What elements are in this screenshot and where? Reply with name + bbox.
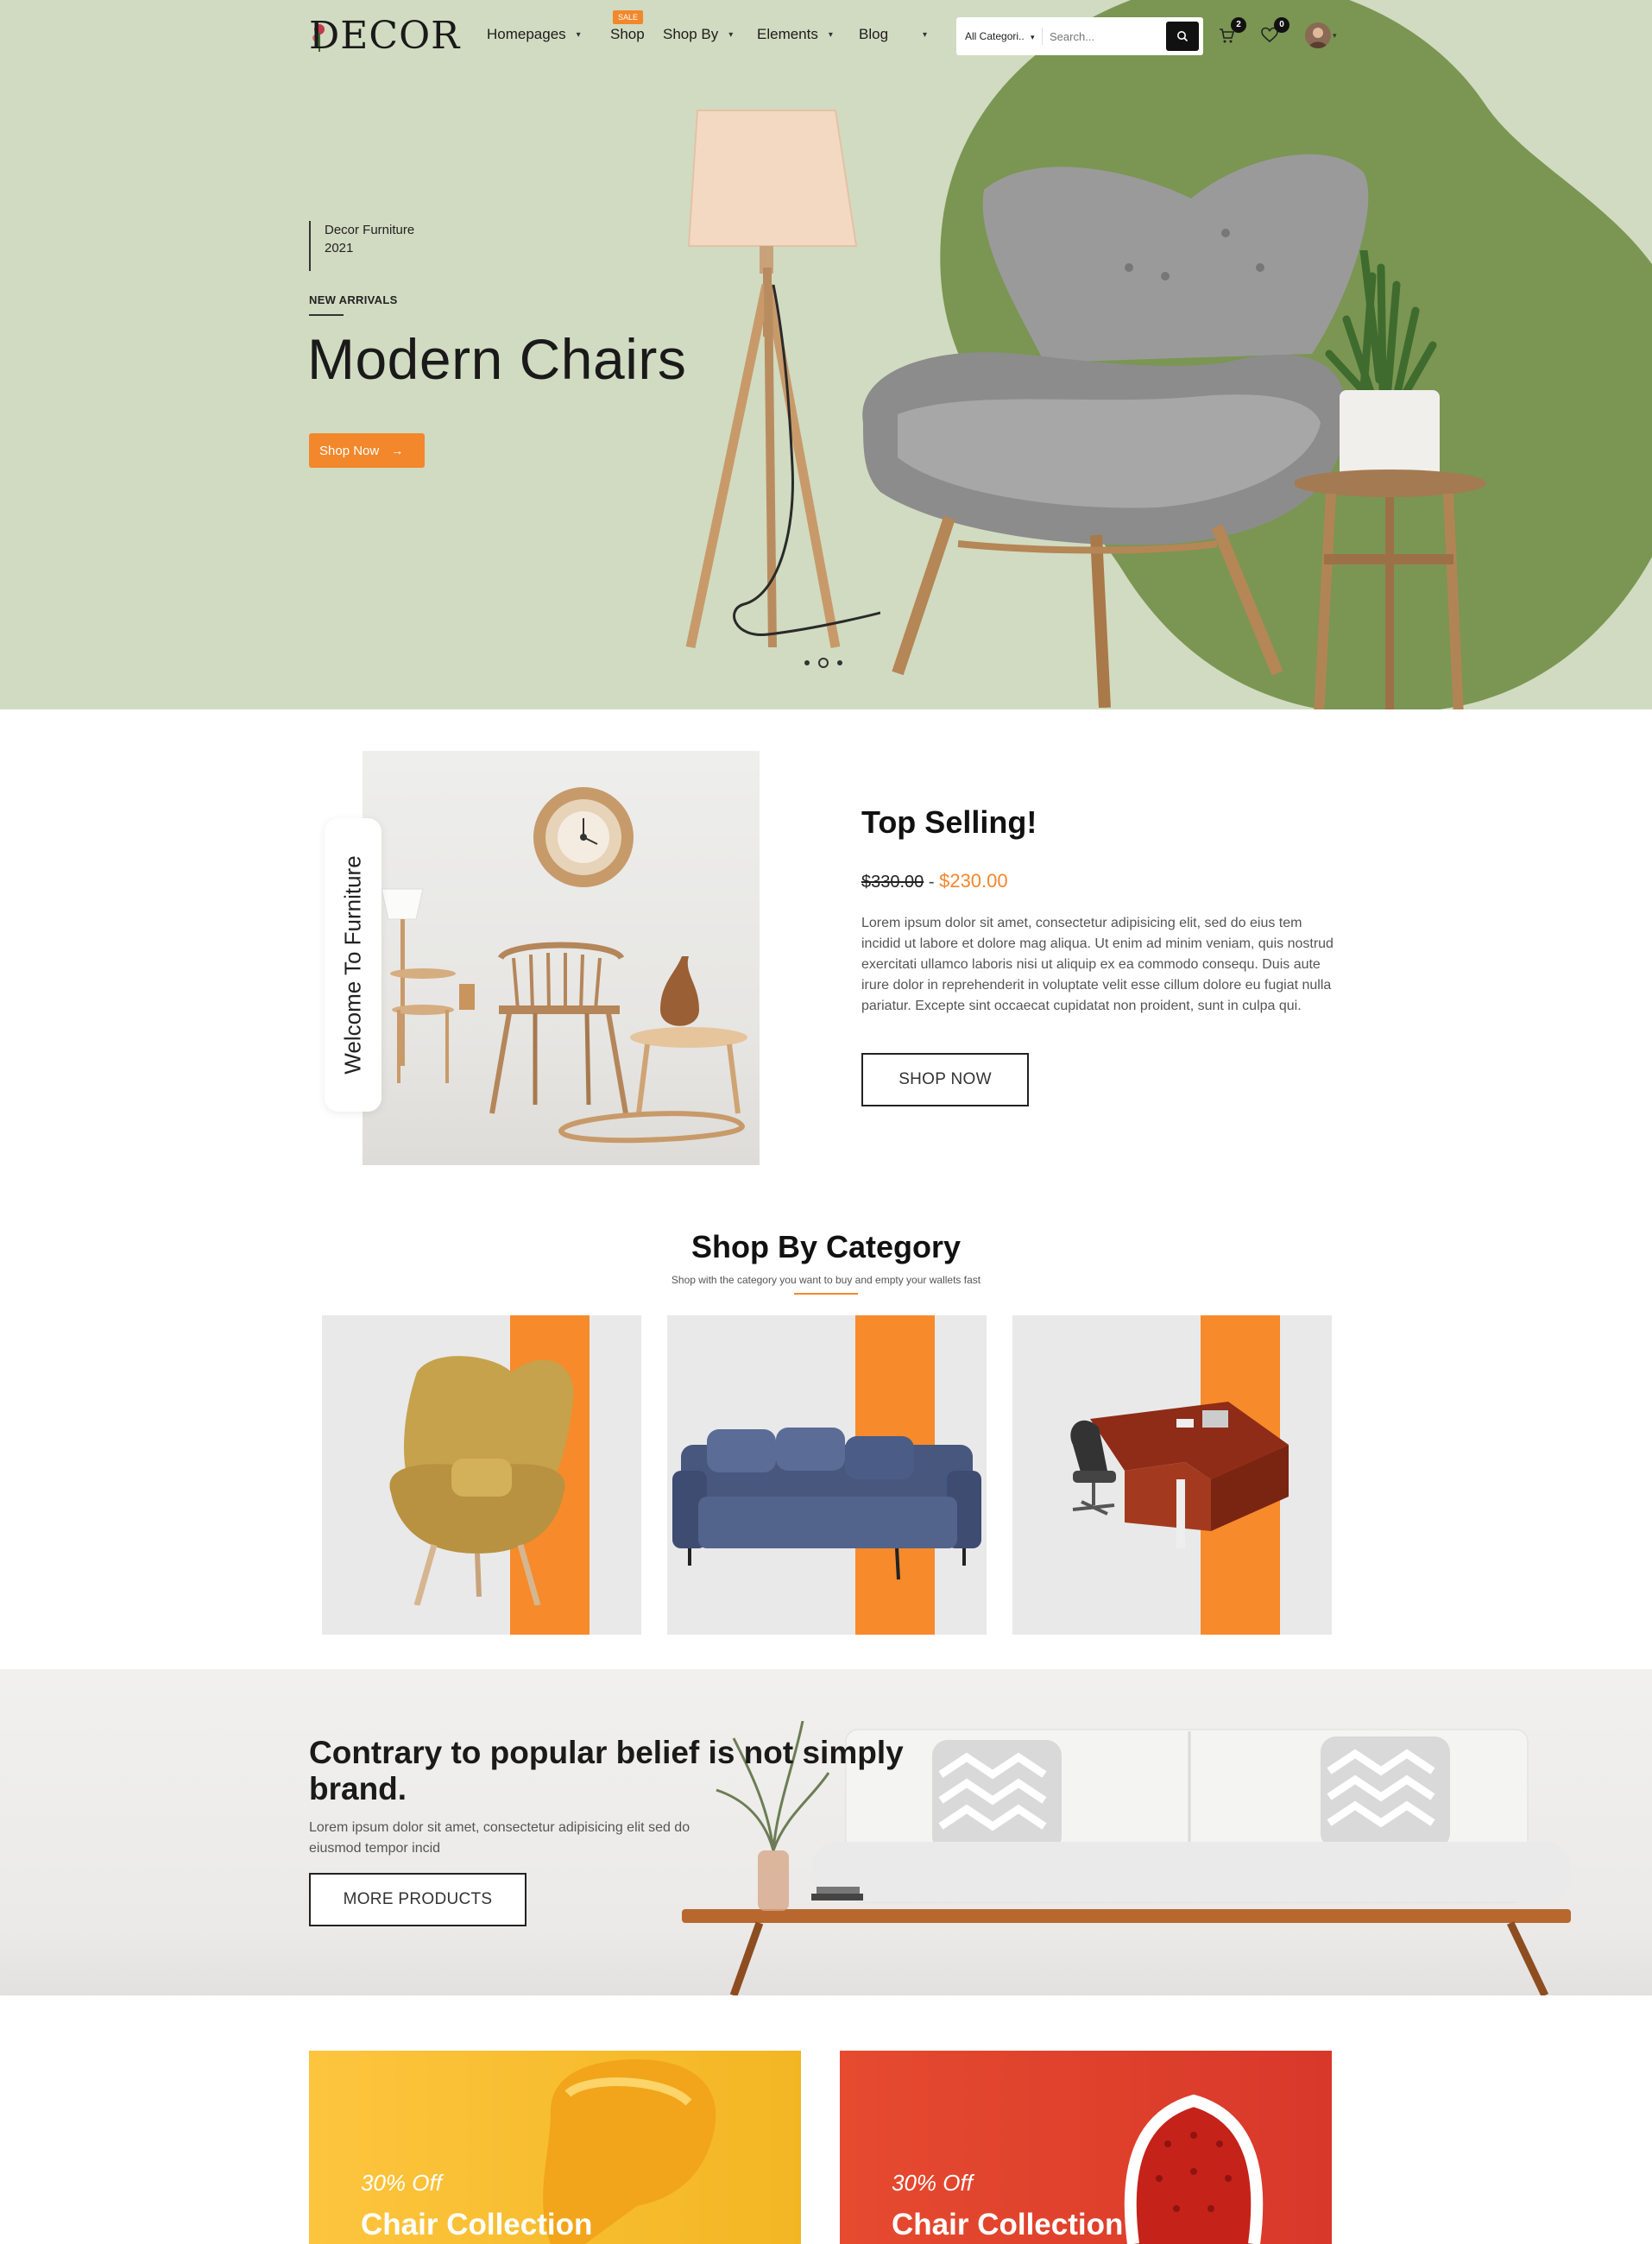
arrow-right-icon: → <box>391 444 404 457</box>
site-header: DECOR Homepages ▾ SALE Shop Shop By ▾ El… <box>0 0 1652 72</box>
wishlist-count-badge: 0 <box>1274 17 1289 33</box>
chevron-down-icon: ▾ <box>728 29 734 40</box>
banner-text: Lorem ipsum dolor sit amet, consectetur … <box>309 1820 690 1856</box>
nav-blog[interactable]: Blog ▾ <box>859 26 927 43</box>
hero-brand-line1: Decor Furniture <box>325 223 415 237</box>
divider <box>794 1293 858 1295</box>
armchair-icon <box>389 1356 574 1605</box>
promo-discount: 30% Off <box>361 2170 442 2196</box>
plant-side-table-image <box>1295 250 1486 709</box>
slider-dot[interactable] <box>837 660 842 665</box>
search-input[interactable] <box>1043 29 1163 43</box>
search-category-value: All Categori.. <box>965 30 1025 42</box>
old-price: $330.00 <box>861 873 924 892</box>
price: $330.00 - $230.00 <box>861 870 1008 892</box>
nav-homepages[interactable]: Homepages ▾ <box>487 26 581 43</box>
tufted-chair-image <box>1124 2094 1264 2244</box>
category-title: Shop By Category <box>690 1229 962 1264</box>
price-separator: - <box>928 873 935 892</box>
top-selling-title: Top Selling! <box>861 804 1037 840</box>
chevron-down-icon[interactable]: ▾ <box>1333 31 1337 41</box>
wishlist-button[interactable]: 0 <box>1258 17 1289 47</box>
category-card-sofa[interactable] <box>667 1315 987 1635</box>
user-avatar-icon <box>1308 28 1327 48</box>
nav-shop[interactable]: Shop <box>610 26 645 43</box>
nav-elements[interactable]: Elements ▾ <box>757 26 833 43</box>
welcome-side-label: Welcome To Furniture <box>339 855 366 1075</box>
cart-button[interactable]: 2 <box>1215 17 1246 47</box>
hero-title: Modern Chairs <box>307 327 687 391</box>
room-interior-image <box>363 751 760 1165</box>
cart-count-badge: 2 <box>1231 17 1246 33</box>
more-products-button[interactable]: MORE PRODUCTS <box>309 1873 526 1926</box>
hero-brand-line2: 2021 <box>325 241 354 255</box>
hero-eyebrow: NEW ARRIVALS <box>309 293 398 306</box>
hero-brand-year: Decor Furniture 2021 <box>309 221 414 271</box>
office-desk-icon <box>1070 1402 1289 1548</box>
hero-button-label: Shop Now <box>319 443 380 458</box>
divider <box>309 314 344 316</box>
promo-banner <box>0 1669 1652 1995</box>
chevron-down-icon: ▾ <box>828 29 833 40</box>
slider-dot[interactable] <box>804 660 810 665</box>
search-form: All Categori.. ▾ <box>956 17 1203 55</box>
slider-dot-active[interactable] <box>818 658 829 668</box>
promo-card-yellow[interactable]: 30% Off Chair Collection <box>309 2051 801 2244</box>
room-interior-illustration <box>381 787 747 1144</box>
hero-shop-now-button[interactable]: Shop Now → <box>309 433 425 468</box>
promo-title: Chair Collection <box>892 2208 1124 2241</box>
shop-now-label: SHOP NOW <box>899 1070 992 1088</box>
chevron-down-icon: ▾ <box>923 29 928 40</box>
sale-price: $230.00 <box>939 870 1008 892</box>
sale-badge: SALE <box>613 10 644 24</box>
promo-discount: 30% Off <box>892 2170 973 2196</box>
hero-slider: DECOR Homepages ▾ SALE Shop Shop By ▾ El… <box>0 0 1652 709</box>
nav-label: Blog <box>859 26 889 42</box>
chevron-down-icon: ▾ <box>576 29 581 40</box>
banner-title: Contrary to popular belief is not simply… <box>309 1735 904 1806</box>
nav-label: Elements <box>757 26 818 42</box>
nav-label: Homepages <box>487 26 566 42</box>
sofa-icon <box>672 1428 981 1580</box>
chevron-down-icon: ▾ <box>1031 33 1035 41</box>
avatar[interactable] <box>1305 22 1331 48</box>
promo-title: Chair Collection <box>361 2208 593 2241</box>
category-card-armchair[interactable] <box>322 1315 641 1635</box>
category-card-office-desk[interactable] <box>1012 1315 1332 1635</box>
promo-card-red[interactable]: 30% Off Chair Collection <box>840 2051 1332 2244</box>
search-category-select[interactable]: All Categori.. ▾ <box>956 28 1043 45</box>
top-selling-description: Lorem ipsum dolor sit amet, consectetur … <box>861 916 1334 1013</box>
more-products-label: MORE PRODUCTS <box>343 1890 493 1908</box>
slider-dots <box>804 658 842 668</box>
category-subtitle: Shop with the category you want to buy a… <box>671 1274 981 1286</box>
nav-label: Shop <box>610 26 645 42</box>
search-icon <box>1177 31 1189 42</box>
logo[interactable]: DECOR <box>309 14 460 58</box>
shop-now-button[interactable]: SHOP NOW <box>861 1053 1029 1106</box>
nav-shop-by[interactable]: Shop By ▾ <box>663 26 733 43</box>
search-button[interactable] <box>1166 22 1199 51</box>
nav-label: Shop By <box>663 26 719 42</box>
